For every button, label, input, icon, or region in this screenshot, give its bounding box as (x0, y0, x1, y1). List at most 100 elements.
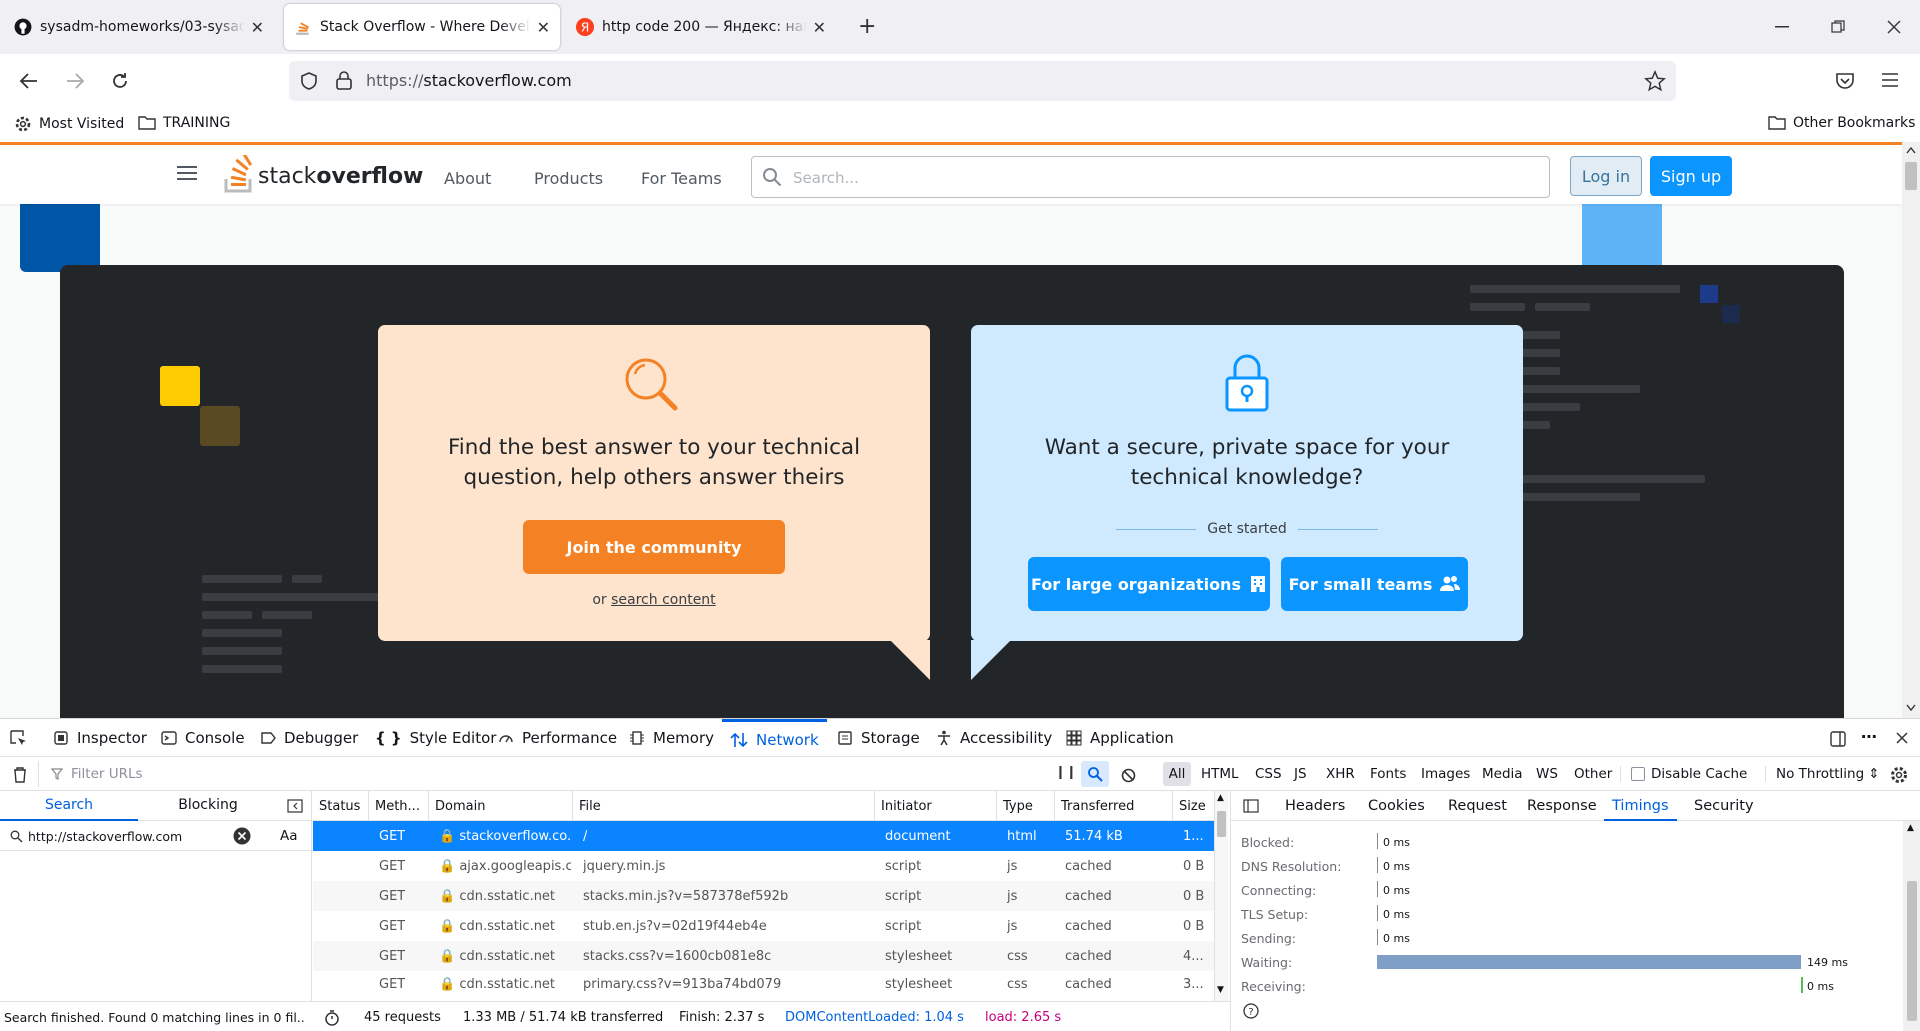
so-nav-products[interactable]: Products (534, 169, 603, 188)
pocket-button[interactable] (1835, 70, 1855, 90)
details-scrollbar[interactable]: ▲ (1903, 821, 1920, 1031)
table-row[interactable]: 200 GET 🔒 ajax.googleapis.c... jquery.mi… (313, 851, 1214, 881)
scroll-down-icon[interactable] (1906, 704, 1916, 712)
filter-css[interactable]: CSS (1255, 766, 1282, 782)
tab-performance[interactable]: Performance (498, 719, 617, 757)
tab-memory[interactable]: Memory (629, 719, 714, 757)
so-logo[interactable]: stack overflow (224, 155, 423, 193)
restore-button[interactable] (1810, 0, 1866, 54)
bookmark-most-visited[interactable]: Most Visited (14, 115, 124, 133)
toggle-sidebar-icon[interactable] (1243, 799, 1259, 813)
so-nav-for-teams[interactable]: For Teams (641, 169, 722, 188)
scroll-thumb[interactable] (1217, 811, 1226, 837)
close-window-button[interactable] (1866, 0, 1920, 54)
pause-icon[interactable]: ❙❙ (1055, 765, 1077, 780)
block-icon[interactable] (1121, 768, 1136, 783)
tab-timings[interactable]: Timings (1604, 791, 1677, 821)
tab-debugger[interactable]: Debugger (260, 719, 358, 757)
table-row[interactable]: 200 GET 🔒 cdn.sstatic.net stacks.css?v=1… (313, 941, 1214, 971)
join-community-button[interactable]: Join the community (523, 520, 785, 574)
forward-button[interactable] (64, 70, 86, 92)
tab-inspector[interactable]: Inspector (53, 719, 147, 757)
tab-yandex[interactable]: Я http code 200 — Яндекс: нашлось ✕ (566, 4, 836, 50)
help-icon[interactable]: ? (1243, 1003, 1259, 1019)
table-row[interactable]: 200 GET 🔒 cdn.sstatic.net primary.css?v=… (313, 971, 1214, 997)
signup-button[interactable]: Sign up (1650, 156, 1732, 196)
lock-icon[interactable] (335, 71, 353, 91)
throttling-select[interactable]: No Throttling ⇕ (1765, 766, 1880, 782)
collapse-sidebar-icon[interactable] (287, 799, 303, 813)
stopwatch-icon[interactable] (324, 1009, 340, 1026)
table-row[interactable]: 200 GET 🔒 stackoverflow.co... / document… (313, 821, 1214, 851)
close-icon[interactable]: ✕ (537, 18, 550, 37)
col-transferred[interactable]: Transferred (1055, 791, 1173, 821)
table-scrollbar[interactable]: ▲ ▼ (1214, 791, 1228, 1001)
dock-icon[interactable] (1829, 730, 1847, 748)
filter-urls-input[interactable]: Filter URLs (38, 761, 1028, 787)
filter-html[interactable]: HTML (1201, 766, 1239, 782)
more-options-icon[interactable]: ⋯ (1861, 727, 1877, 746)
reload-button[interactable] (109, 70, 131, 92)
hamburger-icon[interactable] (177, 165, 197, 181)
clear-icon[interactable] (233, 827, 251, 845)
tab-application[interactable]: Application (1066, 719, 1174, 757)
filter-ws[interactable]: WS (1536, 766, 1558, 782)
scroll-up-icon[interactable]: ▲ (1907, 823, 1914, 833)
scroll-thumb[interactable] (1905, 162, 1917, 190)
menu-button[interactable] (1881, 72, 1899, 88)
col-initiator[interactable]: Initiator (875, 791, 997, 821)
minimize-button[interactable] (1754, 0, 1810, 54)
filter-all[interactable]: All (1163, 762, 1191, 786)
match-case-toggle[interactable]: Aa (280, 828, 298, 844)
col-type[interactable]: Type (997, 791, 1055, 821)
filter-other[interactable]: Other (1574, 766, 1612, 782)
sidebar-search-input[interactable]: http://stackoverflow.com Aa (0, 821, 312, 851)
search-content-link[interactable]: search content (611, 592, 716, 608)
star-icon[interactable] (1644, 70, 1666, 92)
gear-icon[interactable] (1889, 765, 1909, 785)
col-file[interactable]: File (573, 791, 875, 821)
tab-stackoverflow[interactable]: Stack Overflow - Where Developers ✕ (284, 4, 560, 50)
trash-icon[interactable] (12, 766, 28, 783)
tab-security[interactable]: Security (1694, 798, 1754, 814)
new-tab-button[interactable]: + (858, 14, 876, 39)
scroll-thumb[interactable] (1907, 881, 1917, 1021)
pick-element-icon[interactable] (10, 730, 28, 748)
tab-accessibility[interactable]: Accessibility (936, 719, 1052, 757)
bookmark-training[interactable]: TRAINING (138, 115, 230, 131)
tab-network[interactable]: Network (722, 719, 827, 757)
url-text[interactable]: https://stackoverflow.com (366, 71, 572, 90)
tab-storage[interactable]: Storage (837, 719, 920, 757)
table-row[interactable]: 200 GET 🔒 cdn.sstatic.net stacks.min.js?… (313, 881, 1214, 911)
tab-response[interactable]: Response (1527, 798, 1597, 814)
page-scrollbar[interactable] (1902, 142, 1920, 718)
col-status[interactable]: Status (313, 791, 369, 821)
so-nav-about[interactable]: About (444, 169, 491, 188)
tab-headers[interactable]: Headers (1285, 798, 1345, 814)
shield-icon[interactable] (299, 71, 319, 91)
login-button[interactable]: Log in (1570, 156, 1642, 196)
filter-fonts[interactable]: Fonts (1370, 766, 1406, 782)
col-domain[interactable]: Domain (429, 791, 573, 821)
tab-github[interactable]: sysadm-homeworks/03-sysadmin ✕ (4, 4, 274, 50)
scroll-down-icon[interactable]: ▼ (1217, 985, 1224, 995)
scroll-up-icon[interactable]: ▲ (1217, 793, 1224, 803)
filter-js[interactable]: JS (1294, 766, 1307, 782)
checkbox-box[interactable] (1631, 767, 1645, 781)
small-teams-button[interactable]: For small teams (1281, 557, 1468, 611)
filter-images[interactable]: Images (1421, 766, 1470, 782)
tab-search[interactable]: Search (0, 791, 138, 821)
so-search-input[interactable]: Search... (751, 156, 1550, 198)
tab-cookies[interactable]: Cookies (1368, 798, 1425, 814)
tab-request[interactable]: Request (1448, 798, 1507, 814)
back-button[interactable] (18, 70, 40, 92)
scroll-up-icon[interactable] (1906, 146, 1916, 154)
close-icon[interactable]: ✕ (251, 18, 264, 37)
close-icon[interactable]: ✕ (813, 18, 826, 37)
filter-xhr[interactable]: XHR (1326, 766, 1355, 782)
tab-style-editor[interactable]: { } Style Editor (375, 719, 496, 757)
tab-blocking[interactable]: Blocking (138, 791, 278, 821)
filter-media[interactable]: Media (1482, 766, 1523, 782)
col-method[interactable]: Meth... (369, 791, 429, 821)
bookmark-other[interactable]: Other Bookmarks (1768, 115, 1915, 131)
